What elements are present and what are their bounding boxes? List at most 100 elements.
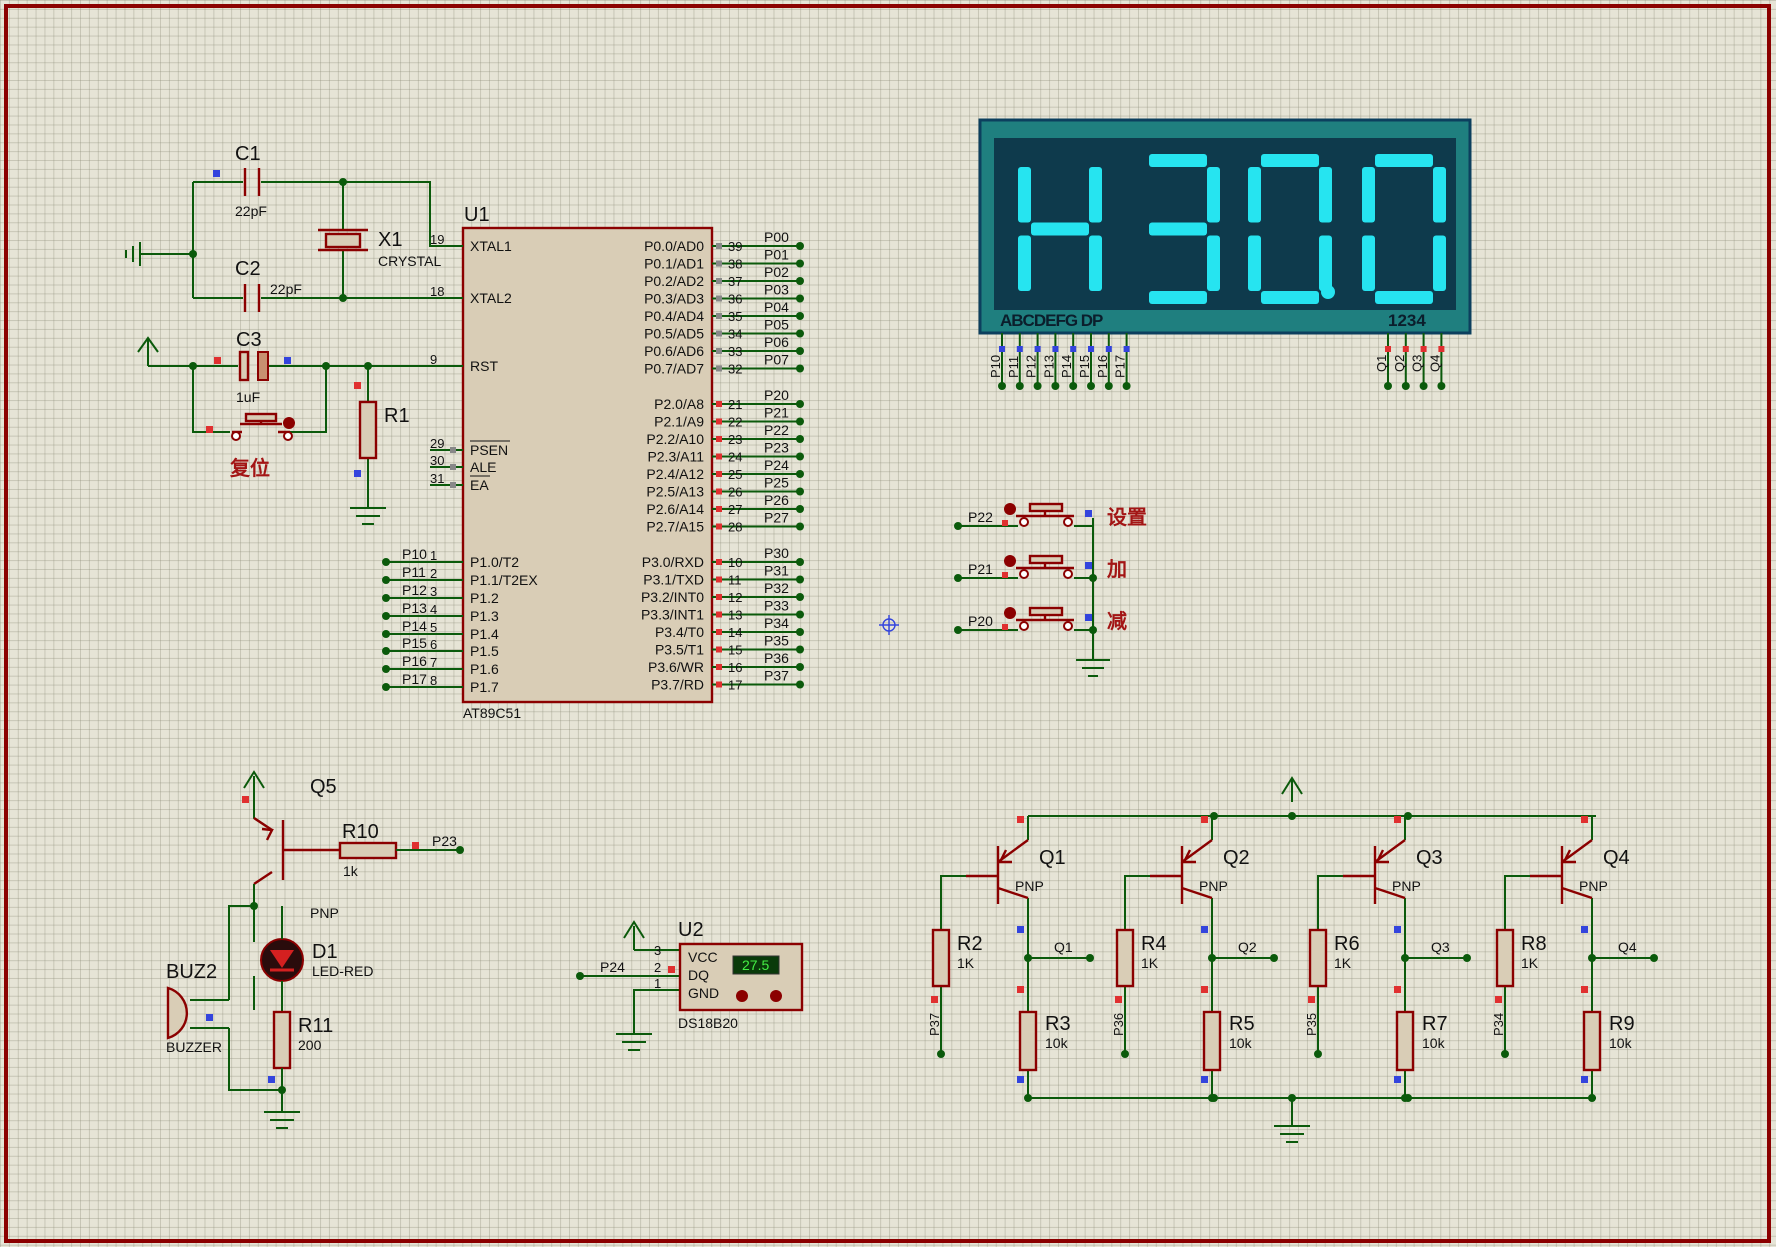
pin-marker <box>1002 624 1008 630</box>
driver-q2[interactable]: Q2 PNP R41K R510k Q2 P36 <box>1111 816 1278 1102</box>
base-resistor[interactable] <box>1495 928 1515 988</box>
mcu-pin-num: 7 <box>430 655 437 670</box>
u2-pin-num: 2 <box>654 960 661 975</box>
pin-marker <box>716 295 722 302</box>
pin-marker <box>1402 346 1409 352</box>
pin-marker <box>716 453 722 460</box>
collector-resistor[interactable] <box>1202 1010 1222 1072</box>
pin-marker <box>1394 816 1401 823</box>
base-resistor[interactable] <box>931 928 951 988</box>
button-contact <box>1063 621 1073 631</box>
button-cap <box>1028 502 1064 513</box>
driver-q4[interactable]: Q4 PNP R81K R910k Q4 P34 <box>1491 816 1658 1102</box>
dig-pin-net: Q2 <box>1392 355 1407 372</box>
u2-pin-name: DQ <box>688 967 709 983</box>
pin-marker <box>1201 926 1208 933</box>
d1-ref: D1 <box>312 941 338 963</box>
digit-segment <box>1207 167 1220 223</box>
c2-symbol[interactable] <box>243 284 261 312</box>
wire-end-dot <box>1087 382 1095 390</box>
pin-marker <box>999 346 1005 352</box>
wire-end-dot <box>1121 1050 1129 1058</box>
pin-marker <box>716 681 722 688</box>
mcu-pin-name: P2.1/A9 <box>654 414 704 430</box>
transistor-ref: Q3 <box>1416 847 1443 869</box>
pin-marker <box>1085 562 1092 569</box>
sensor-u2[interactable]: 27.5 U2 DS18B20 P24 3 2 1 VCC DQ GND <box>576 919 804 1051</box>
digit-segment <box>1149 222 1207 236</box>
mcu-pin-net: P01 <box>764 247 789 263</box>
x1-crystal[interactable] <box>318 228 368 252</box>
buzzer-buz2[interactable] <box>166 986 230 1040</box>
driver-q3[interactable]: Q3 PNP R61K R710k Q3 P35 <box>1304 816 1471 1102</box>
mcu-pin-num: 35 <box>728 309 742 324</box>
mcu-pin-name: P2.6/A14 <box>646 501 704 517</box>
base-resistor[interactable] <box>1308 928 1328 988</box>
pin-marker <box>716 365 722 372</box>
mcu-pin-name: P1.3 <box>470 608 499 624</box>
reset-button[interactable] <box>231 412 295 441</box>
pin-marker <box>450 464 456 470</box>
seven-seg-display[interactable]: ABCDEFG DP 1234 P10 P11 P12 P13 P14 P15 P16 P17… <box>978 118 1472 390</box>
transistor-type: PNP <box>1199 878 1228 894</box>
led-d1[interactable] <box>260 906 304 1010</box>
driver-output-net: Q4 <box>1618 939 1637 955</box>
junction-dot <box>1024 954 1032 962</box>
pin-marker <box>1017 926 1024 933</box>
mcu-pin-num: 8 <box>430 673 437 688</box>
digit-segment <box>1261 291 1319 304</box>
collector-resistor[interactable] <box>1582 1010 1602 1072</box>
button-label: 加 <box>1106 557 1127 581</box>
collector-resistor[interactable] <box>1395 1010 1415 1072</box>
pin-marker <box>716 330 722 337</box>
mcu-pin-num: 15 <box>728 643 742 658</box>
mcu-pin-num: 13 <box>728 608 742 623</box>
wire-end-dot <box>998 382 1006 390</box>
mcu-pin-net: P15 <box>402 635 427 651</box>
collector-resistor-value: 10k <box>1609 1035 1633 1051</box>
driver-q1[interactable]: Q1 PNP R21K R310k Q1 P37 <box>927 816 1094 1102</box>
r10-value: 1k <box>343 863 359 879</box>
mcu-pin-net: P04 <box>764 299 789 315</box>
schematic-canvas[interactable]: U1 AT89C51 19 XTAL1 18 XTAL2 9 RST 29 PSEN 30 ALE… <box>0 0 1776 1247</box>
mcu-u1[interactable]: U1 AT89C51 19 XTAL118 XTAL29 RST29 PSEN30 ALE… <box>382 204 804 721</box>
pin-marker <box>1581 986 1588 993</box>
mcu-pin-name: P3.3/INT1 <box>641 607 704 623</box>
c3-capacitor[interactable] <box>238 350 269 382</box>
wire-end-dot <box>796 400 804 408</box>
pushbutton-p22[interactable]: P22 设置 <box>954 502 1147 530</box>
base-resistor-ref: R6 <box>1334 933 1360 955</box>
u2-part: DS18B20 <box>678 1015 738 1031</box>
mcu-pin-net: P21 <box>764 405 789 421</box>
mcu-pin-name: ALE <box>470 459 496 475</box>
junction-dot <box>1024 1094 1032 1102</box>
c1-symbol[interactable] <box>243 168 261 196</box>
mcu-pin-name: P1.2 <box>470 590 499 606</box>
seg-pin-net: P15 <box>1077 355 1092 378</box>
pin-marker <box>1123 346 1130 352</box>
display-seg-pins: P10 P11 P12 P13 P14 P15 P16 P17 <box>988 333 1131 390</box>
mcu-pin-net: P25 <box>764 475 789 491</box>
mcu-pin-name: PSEN <box>470 442 508 458</box>
pin-marker <box>1394 926 1401 933</box>
pin-marker <box>716 401 722 407</box>
pin-marker <box>716 243 722 249</box>
wire-end-dot <box>1419 382 1428 390</box>
r11-resistor[interactable] <box>272 1010 292 1070</box>
pin-marker <box>716 664 722 670</box>
collector-resistor[interactable] <box>1018 1010 1038 1072</box>
base-resistor[interactable] <box>1115 928 1135 988</box>
button-contact <box>1019 517 1029 527</box>
transistor-symbol <box>966 839 1029 904</box>
pushbutton-p21[interactable]: P21 加 <box>954 554 1127 582</box>
c3-ref: C3 <box>236 329 262 351</box>
r10-resistor[interactable] <box>338 841 398 860</box>
display-seg-label: ABCDEFG DP <box>1000 311 1103 330</box>
pin-marker <box>716 278 722 284</box>
r1-resistor[interactable] <box>358 400 378 460</box>
pushbutton-p20[interactable]: P20 减 <box>954 606 1127 634</box>
mcu-pin-name: P3.2/INT0 <box>641 589 704 605</box>
mcu-pin-net: P02 <box>764 264 789 280</box>
wire-end-dot <box>796 435 804 443</box>
wire-end-dot <box>796 417 804 426</box>
